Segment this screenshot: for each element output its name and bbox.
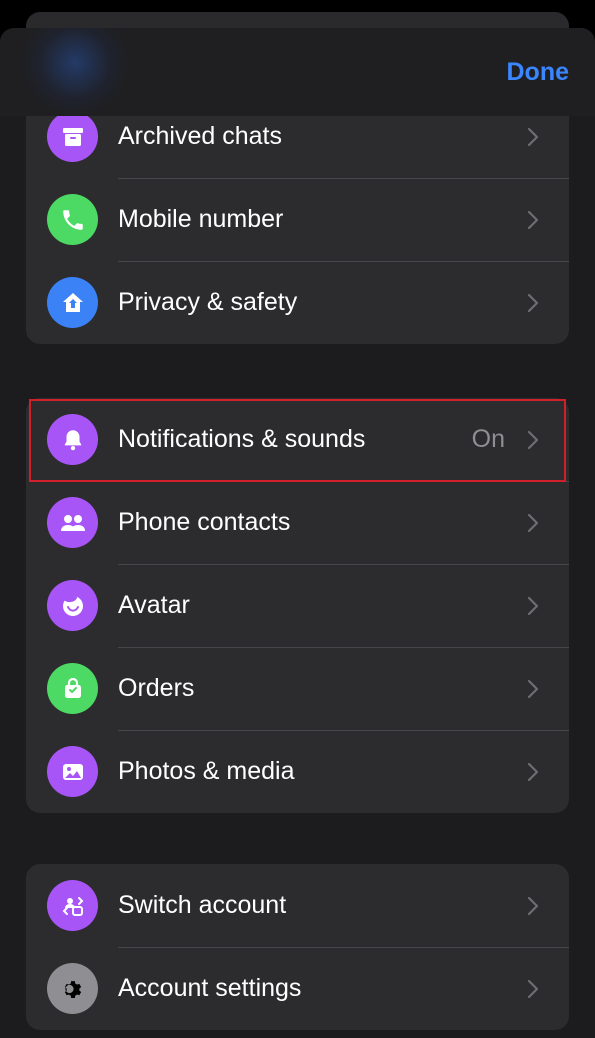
chevron-right-icon xyxy=(527,979,539,998)
shield-home-icon xyxy=(47,277,98,328)
chevron-right-icon xyxy=(527,679,539,698)
profile-glow xyxy=(20,28,130,118)
row-label: Orders xyxy=(118,674,195,702)
phone-icon xyxy=(47,194,98,245)
row-label: Mobile number xyxy=(118,205,284,233)
gear-icon xyxy=(47,963,98,1014)
row-privacy-safety[interactable]: Privacy & safety xyxy=(26,261,569,344)
chevron-right-icon xyxy=(527,293,539,312)
settings-sheet: Done Archived chats Mobile number Privac… xyxy=(0,28,595,1038)
chevron-right-icon xyxy=(527,513,539,532)
row-photos-media[interactable]: Photos & media xyxy=(26,730,569,813)
settings-group-account: Archived chats Mobile number Privacy & s… xyxy=(26,95,569,344)
people-icon xyxy=(47,497,98,548)
row-phone-contacts[interactable]: Phone contacts xyxy=(26,481,569,564)
chevron-right-icon xyxy=(527,596,539,615)
settings-group-accounts: Switch account Account settings xyxy=(26,864,569,1030)
chevron-right-icon xyxy=(527,210,539,229)
row-account-settings[interactable]: Account settings xyxy=(26,947,569,1030)
chevron-right-icon xyxy=(527,762,539,781)
row-label: Archived chats xyxy=(118,122,282,150)
top-bar: Done xyxy=(0,28,595,118)
row-mobile-number[interactable]: Mobile number xyxy=(26,178,569,261)
switch-account-icon xyxy=(47,880,98,931)
row-label: Account settings xyxy=(118,974,302,1002)
chevron-right-icon xyxy=(527,127,539,146)
row-label: Phone contacts xyxy=(118,508,291,536)
avatar-icon xyxy=(47,580,98,631)
photo-icon xyxy=(47,746,98,797)
row-label: Photos & media xyxy=(118,757,295,785)
row-label: Switch account xyxy=(118,891,287,919)
chevron-right-icon xyxy=(527,896,539,915)
shopping-bag-icon xyxy=(47,663,98,714)
row-switch-account[interactable]: Switch account xyxy=(26,864,569,947)
row-label: Avatar xyxy=(118,591,190,619)
done-button[interactable]: Done xyxy=(507,58,570,87)
highlight-box xyxy=(29,399,566,482)
archive-icon xyxy=(47,111,98,162)
row-orders[interactable]: Orders xyxy=(26,647,569,730)
row-avatar[interactable]: Avatar xyxy=(26,564,569,647)
row-label: Privacy & safety xyxy=(118,288,298,316)
